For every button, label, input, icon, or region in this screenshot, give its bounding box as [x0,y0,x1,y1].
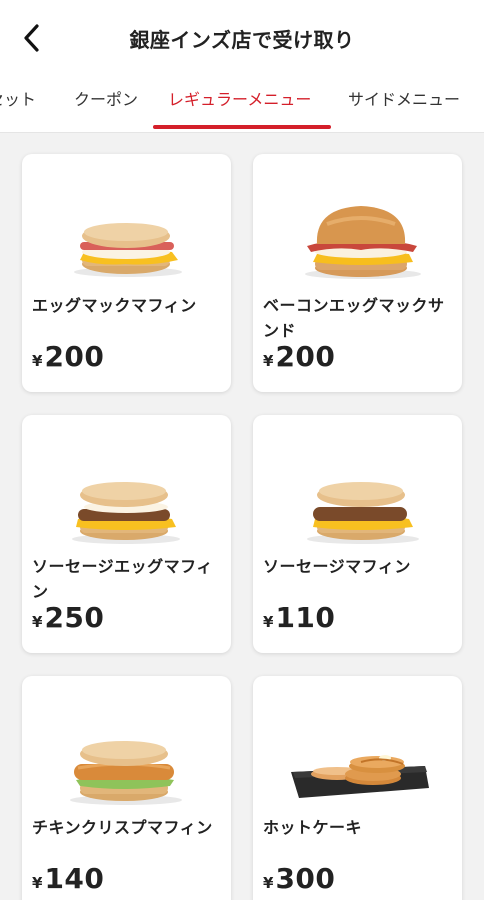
header-bar: 銀座インズ店で受け取り [0,0,484,80]
bacon-egg-sandwich-image [305,206,421,279]
menu-item-card[interactable]: ベーコンエッグマックサンド ¥ 200 [253,154,462,392]
menu-item-name: ソーセージマフィン [263,557,411,576]
menu-item-price: ¥ 200 [263,340,335,373]
page-title: 銀座インズ店で受け取り [129,28,355,52]
menu-item-price: ¥ 110 [263,601,335,634]
currency-symbol: ¥ [32,874,43,892]
menu-item-price: ¥ 300 [263,862,335,895]
chicken-crisp-muffin-image [70,741,182,805]
tab-coupon[interactable]: クーポン [74,80,138,130]
menu-item-card[interactable]: ソーセージエッグマフィン ¥ 250 [22,415,231,653]
menu-item-card[interactable]: ホットケーキ ¥ 300 [253,676,462,900]
price-amount: 200 [275,340,336,373]
currency-symbol: ¥ [32,352,43,370]
menu-item-name: ベーコンエッグマックサンド [263,296,445,340]
category-tabs: セット クーポン レギュラーメニュー サイドメニュー [0,80,484,133]
currency-symbol: ¥ [263,874,274,892]
menu-item-price: ¥ 140 [32,862,104,895]
tab-regular-menu[interactable]: レギュラーメニュー [168,80,311,130]
tab-side-menu[interactable]: サイドメニュー [348,80,460,130]
price-amount: 250 [44,601,105,634]
menu-item-name: チキンクリスプマフィン [32,818,213,837]
currency-symbol: ¥ [263,613,274,631]
price-amount: 140 [44,862,105,895]
menu-item-price: ¥ 250 [32,601,104,634]
menu-item-card[interactable]: チキンクリスプマフィン ¥ 140 [22,676,231,900]
menu-item-name: ソーセージエッグマフィン [32,557,213,601]
currency-symbol: ¥ [263,352,274,370]
sausage-egg-muffin-image [72,482,180,544]
menu-grid: エッグマックマフィン ¥ 200 ベーコンエッグマックサンド ¥ 200 ソーセ… [0,132,484,900]
currency-symbol: ¥ [32,613,43,631]
price-amount: 300 [275,862,336,895]
app-screen: 銀座インズ店で受け取り セット クーポン レギュラーメニュー サイドメニュー エ… [0,0,484,900]
price-amount: 200 [44,340,105,373]
egg-mcmuffin-image [74,223,182,277]
tab-set[interactable]: セット [0,80,36,130]
menu-item-name: エッグマックマフィン [32,296,197,315]
menu-item-card[interactable]: エッグマックマフィン ¥ 200 [22,154,231,392]
menu-item-name: ホットケーキ [263,818,363,837]
sausage-muffin-image [307,482,419,544]
active-tab-indicator [153,125,331,129]
menu-item-price: ¥ 200 [32,340,104,373]
hotcakes-image [291,755,429,798]
menu-item-card[interactable]: ソーセージマフィン ¥ 110 [253,415,462,653]
price-amount: 110 [275,601,336,634]
